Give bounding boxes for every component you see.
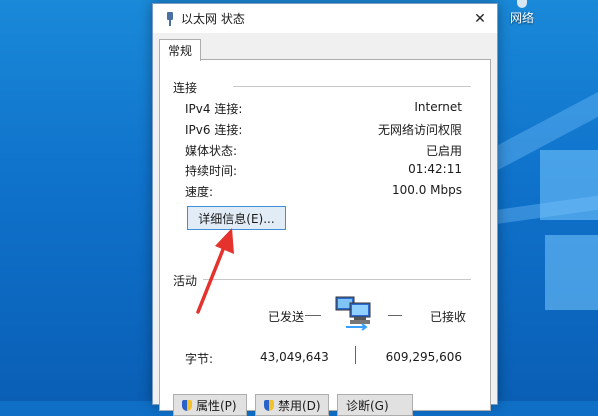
annotation-arrow: [196, 228, 234, 314]
uac-shield-icon: [264, 399, 274, 411]
tab-general[interactable]: 常规: [159, 39, 201, 61]
uac-shield-icon: [182, 399, 192, 411]
